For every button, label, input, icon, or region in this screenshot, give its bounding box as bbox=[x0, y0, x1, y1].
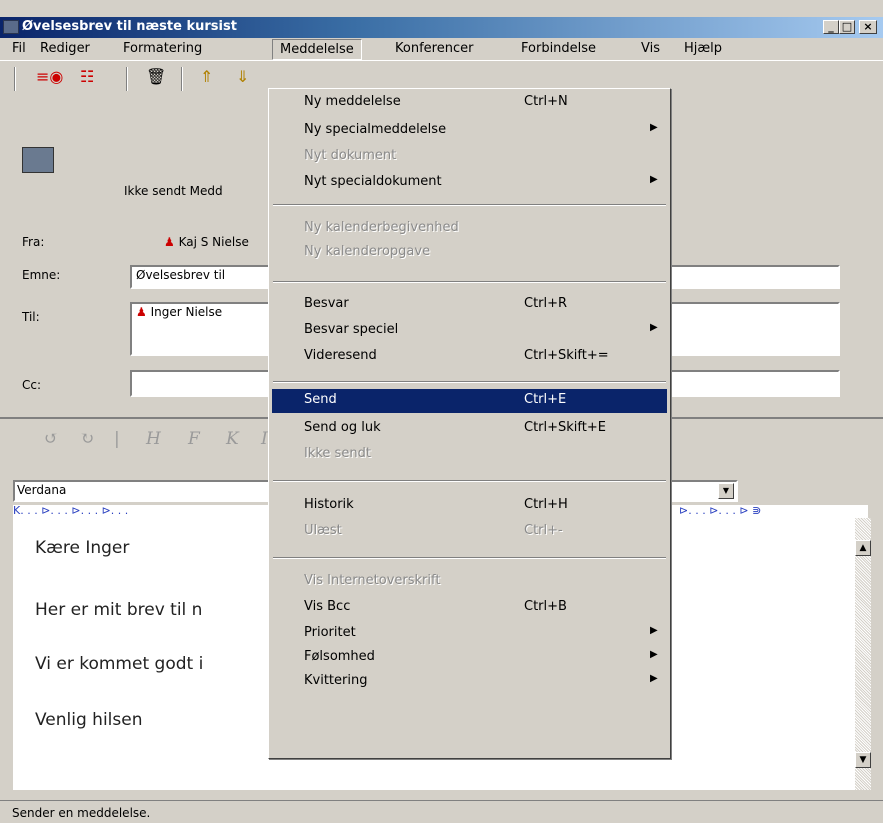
delete-icon[interactable]: 🗑 bbox=[146, 67, 166, 87]
menu-separator bbox=[273, 281, 666, 283]
status-text: Sender en meddelelse. bbox=[12, 806, 151, 820]
body-line: Vi er kommet godt i bbox=[35, 654, 204, 674]
menu-item-ny-specialmeddelelse[interactable]: Ny specialmeddelelse ▶ bbox=[272, 119, 667, 143]
menu-item-ny-kalenderbegivenhed: Ny kalenderbegivenhed bbox=[304, 220, 459, 235]
menu-item-kvittering[interactable]: Kvittering ▶ bbox=[272, 670, 667, 694]
menu-item-ny-meddelelse[interactable]: Ny meddelelse Ctrl+N bbox=[272, 91, 667, 115]
redo-icon[interactable]: ↻ bbox=[80, 429, 94, 449]
menu-separator bbox=[273, 557, 666, 559]
toolbar-grip bbox=[14, 67, 16, 91]
previous-icon[interactable]: ⇑ bbox=[200, 67, 213, 87]
status-bar: Sender en meddelelse. bbox=[0, 800, 883, 823]
menu-meddelelse[interactable]: Meddelelse bbox=[272, 39, 362, 60]
heading-button[interactable]: H bbox=[146, 429, 161, 449]
cc-label: Cc: bbox=[22, 378, 42, 392]
submenu-arrow-icon: ▶ bbox=[650, 322, 658, 333]
body-line: Her er mit brev til n bbox=[35, 600, 203, 620]
message-status: Ikke sendt Medd bbox=[124, 184, 223, 198]
menu-fil[interactable]: Fil bbox=[12, 41, 26, 56]
menu-hjaelp[interactable]: Hjælp bbox=[684, 41, 722, 56]
close-button[interactable]: × bbox=[859, 20, 877, 34]
message-type-icon bbox=[22, 147, 54, 173]
vertical-scrollbar[interactable]: ▲ ▼ bbox=[855, 518, 871, 790]
underline-button[interactable]: I bbox=[261, 429, 268, 449]
send-icon[interactable]: ≡◉ bbox=[36, 67, 63, 87]
body-line: Kære Inger bbox=[35, 538, 130, 558]
submenu-arrow-icon: ▶ bbox=[650, 174, 658, 185]
submenu-arrow-icon: ▶ bbox=[650, 625, 658, 636]
from-value: Kaj S Nielse bbox=[178, 235, 249, 249]
menu-rediger[interactable]: Rediger bbox=[40, 41, 90, 56]
menu-item-historik[interactable]: Historik Ctrl+H bbox=[272, 494, 667, 518]
subject-label: Emne: bbox=[22, 268, 61, 282]
next-icon[interactable]: ⇓ bbox=[236, 67, 249, 87]
menu-item-send-og-luk[interactable]: Send og luk Ctrl+Skift+E bbox=[272, 417, 667, 441]
menu-vis[interactable]: Vis bbox=[641, 41, 660, 56]
maximize-button[interactable]: □ bbox=[839, 20, 855, 34]
italic-button[interactable]: K bbox=[226, 429, 239, 449]
person-icon: ♟ bbox=[136, 305, 147, 319]
menu-konferencer[interactable]: Konferencer bbox=[395, 41, 473, 56]
menu-formatering[interactable]: Formatering bbox=[123, 41, 202, 56]
menu-item-folsomhed[interactable]: Følsomhed ▶ bbox=[272, 646, 667, 670]
menu-separator bbox=[273, 480, 666, 482]
menu-item-ny-kalenderopgave: Ny kalenderopgave bbox=[304, 244, 431, 259]
menu-bar: Fil Rediger Formatering Meddelelse Konfe… bbox=[0, 38, 883, 60]
to-label: Til: bbox=[22, 310, 40, 324]
menu-item-besvar[interactable]: Besvar Ctrl+R bbox=[272, 293, 667, 317]
menu-item-ikke-sendt: Ikke sendt bbox=[304, 446, 371, 461]
menu-item-prioritet[interactable]: Prioritet ▶ bbox=[272, 622, 667, 646]
menu-item-ulaest: Ulæst Ctrl+- bbox=[304, 523, 563, 538]
menu-item-besvar-speciel[interactable]: Besvar speciel ▶ bbox=[272, 319, 667, 343]
body-line: Venlig hilsen bbox=[35, 710, 143, 730]
menu-forbindelse[interactable]: Forbindelse bbox=[521, 41, 596, 56]
send-close-icon[interactable]: ☷ bbox=[80, 67, 94, 87]
submenu-arrow-icon: ▶ bbox=[650, 122, 658, 133]
menu-item-send[interactable]: Send Ctrl+E bbox=[272, 389, 667, 413]
menu-separator bbox=[273, 381, 666, 383]
menu-item-vis-bcc[interactable]: Vis Bcc Ctrl+B bbox=[272, 596, 667, 620]
menu-separator bbox=[273, 204, 666, 206]
person-icon: ♟ bbox=[164, 235, 175, 249]
from-label: Fra: bbox=[22, 235, 45, 249]
meddelelse-menu: Ny meddelelse Ctrl+N Ny specialmeddelelse… bbox=[268, 88, 671, 759]
scroll-up-icon[interactable]: ▲ bbox=[855, 540, 871, 556]
scroll-down-icon[interactable]: ▼ bbox=[855, 752, 871, 768]
bold-button[interactable]: F bbox=[188, 429, 200, 449]
window-title: Øvelsesbrev til næste kursist bbox=[22, 19, 237, 34]
menu-item-nyt-specialdokument[interactable]: Nyt specialdokument ▶ bbox=[272, 171, 667, 195]
submenu-arrow-icon: ▶ bbox=[650, 673, 658, 684]
app-icon bbox=[3, 20, 19, 34]
undo-icon[interactable]: ↺ bbox=[44, 429, 58, 449]
font-name: Verdana bbox=[17, 483, 67, 497]
chevron-down-icon[interactable]: ▼ bbox=[718, 483, 734, 499]
menu-item-videresend[interactable]: Videresend Ctrl+Skift+= bbox=[272, 345, 667, 369]
menu-item-nyt-dokument: Nyt dokument bbox=[304, 148, 397, 163]
minimize-button[interactable]: _ bbox=[823, 20, 839, 34]
menu-item-vis-internetoverskrift: Vis Internetoverskrift bbox=[304, 573, 441, 588]
title-bar: Øvelsesbrev til næste kursist _ □ × bbox=[0, 17, 883, 38]
submenu-arrow-icon: ▶ bbox=[650, 649, 658, 660]
